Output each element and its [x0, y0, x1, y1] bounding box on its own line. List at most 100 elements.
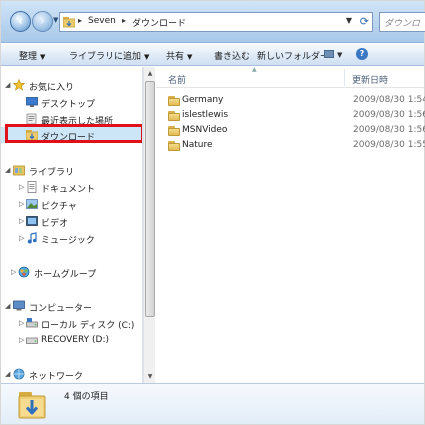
nav-item-label: ビデオ [41, 219, 69, 229]
breadcrumb-separator-icon[interactable]: ▸ [78, 16, 82, 25]
nav-item-documents[interactable]: ▷ ドキュメント [1, 179, 142, 195]
network-icon [13, 368, 25, 380]
address-dropdown-icon[interactable]: ▼ [346, 16, 352, 25]
nav-item-label: ダウンロード [41, 133, 96, 143]
back-button[interactable]: ‹ [10, 11, 31, 32]
collapsed-triangle-icon[interactable]: ▷ [19, 217, 24, 225]
column-header-row: ▲ 名前 更新日時 [156, 66, 424, 88]
refresh-icon[interactable]: ⟳ [360, 15, 369, 28]
collapsed-triangle-icon[interactable]: ▷ [19, 234, 24, 242]
nav-item-label: ピクチャ [41, 202, 77, 212]
breadcrumb-separator-icon[interactable]: ▸ [122, 16, 126, 25]
chevron-down-icon: ▼ [337, 51, 343, 59]
breadcrumb-seven[interactable]: Seven [88, 16, 116, 26]
nav-homegroup[interactable]: ▷ ホームグループ [1, 264, 142, 280]
download-folder-large-icon [18, 392, 46, 419]
expanded-triangle-icon[interactable]: ◢ [5, 81, 10, 89]
collapsed-triangle-icon[interactable]: ▷ [19, 183, 24, 191]
nav-item-recovery-drive[interactable]: ▷ RECOVERY (D:) [1, 332, 142, 348]
collapsed-triangle-icon[interactable]: ▷ [11, 268, 16, 276]
change-view-button[interactable]: ▼ [324, 48, 344, 61]
nav-item-downloads[interactable]: ダウンロード [1, 127, 142, 143]
expanded-triangle-icon[interactable]: ◢ [5, 166, 10, 174]
pictures-icon [26, 199, 38, 209]
nav-item-label: ローカル ディスク (C:) [41, 321, 135, 331]
share-button[interactable]: 共有 ▼ [166, 49, 192, 62]
nav-item-label: デスクトップ [41, 100, 96, 110]
item-count: 4 個の項目 [64, 392, 109, 402]
breadcrumb-downloads[interactable]: ダウンロード [132, 16, 186, 29]
command-bar: 整理 ▼ ライブラリに追加 ▼ 共有 ▼ 書き込む 新しいフォルダー ▼ ? [1, 44, 424, 66]
column-header-modified[interactable]: 更新日時 [352, 73, 388, 86]
burn-label: 書き込む [214, 52, 251, 62]
column-header-name[interactable]: 名前 [168, 73, 186, 86]
chevron-down-icon: ▼ [40, 53, 46, 61]
new-folder-button[interactable]: 新しいフォルダー [257, 49, 329, 62]
file-row[interactable]: MSNVideo 2009/08/30 1:56 [156, 123, 425, 138]
history-dropdown-icon[interactable]: ▼ [53, 16, 58, 24]
new-folder-label: 新しいフォルダー [257, 52, 330, 62]
file-modified: 2009/08/30 1:56 [353, 125, 425, 135]
file-name: Nature [182, 140, 213, 150]
desktop-icon [26, 97, 38, 107]
folder-icon [168, 140, 180, 152]
recovery-drive-icon [26, 337, 38, 344]
collapsed-triangle-icon[interactable]: ▷ [19, 319, 24, 327]
nav-pane-scrollbar[interactable]: ▲ ▼ [143, 67, 155, 383]
add-to-library-label: ライブラリに追加 [69, 52, 142, 62]
file-modified: 2009/08/30 1:54 [353, 95, 425, 105]
nav-network[interactable]: ◢ ネットワーク [1, 366, 142, 382]
expanded-triangle-icon[interactable]: ◢ [5, 302, 10, 310]
scrollbar-thumb[interactable] [145, 81, 155, 317]
burn-button[interactable]: 書き込む [214, 49, 250, 62]
nav-libraries-label: ライブラリ [29, 168, 75, 178]
chevron-down-icon: ▼ [187, 53, 193, 61]
nav-item-music[interactable]: ▷ ミュージック [1, 230, 142, 246]
help-icon[interactable]: ? [356, 48, 368, 60]
file-list-pane: ▲ 名前 更新日時 Germany 2009/08/30 1:54 islest… [156, 66, 425, 383]
folder-icon [168, 95, 180, 107]
nav-item-desktop[interactable]: デスクトップ [1, 94, 142, 110]
expanded-triangle-icon[interactable]: ◢ [5, 370, 10, 378]
file-modified: 2009/08/30 1:56 [353, 110, 425, 120]
download-folder-icon [26, 130, 38, 141]
nav-item-local-disk[interactable]: ▷ ローカル ディスク (C:) [1, 315, 142, 331]
library-icon [13, 165, 25, 176]
nav-libraries[interactable]: ◢ ライブラリ [1, 162, 142, 178]
nav-item-recent-places[interactable]: 最近表示した場所 [1, 111, 142, 127]
add-to-library-button[interactable]: ライブラリに追加 ▼ [69, 49, 149, 62]
nav-favorites[interactable]: ◢ お気に入り [1, 77, 142, 93]
collapsed-triangle-icon[interactable]: ▷ [19, 200, 24, 208]
file-row[interactable]: Nature 2009/08/30 1:55 [156, 138, 425, 153]
collapsed-triangle-icon[interactable]: ▷ [19, 336, 24, 344]
address-toolbar: ‹ › ▼ ▸ Seven ▸ ダウンロード ▼ ⟳ ダウンロ [1, 1, 425, 43]
star-icon [13, 79, 25, 91]
videos-icon [26, 216, 38, 226]
file-row[interactable]: Germany 2009/08/30 1:54 [156, 93, 425, 108]
nav-favorites-label: お気に入り [29, 83, 75, 93]
chevron-down-icon: ▼ [144, 53, 150, 61]
nav-item-label: ドキュメント [41, 185, 96, 195]
search-input[interactable]: ダウンロ [379, 12, 425, 32]
scroll-down-icon[interactable]: ▼ [145, 371, 155, 382]
organize-menu-button[interactable]: 整理 ▼ [19, 49, 45, 62]
file-modified: 2009/08/30 1:55 [353, 140, 425, 150]
recent-places-icon [26, 113, 37, 125]
music-icon [27, 232, 37, 244]
nav-homegroup-label: ホームグループ [34, 270, 97, 280]
address-bar[interactable]: ▸ Seven ▸ ダウンロード ▼ ⟳ [59, 12, 373, 32]
nav-computer[interactable]: ◢ コンピューター [1, 298, 142, 314]
column-divider[interactable] [344, 69, 345, 86]
forward-button[interactable]: › [32, 11, 53, 32]
address-folder-icon [63, 17, 75, 28]
documents-icon [27, 181, 37, 193]
share-label: 共有 [166, 52, 185, 62]
scroll-up-icon[interactable]: ▲ [145, 68, 155, 79]
nav-item-videos[interactable]: ▷ ビデオ [1, 213, 142, 229]
file-row[interactable]: islestlewis 2009/08/30 1:56 [156, 108, 425, 123]
view-icon [324, 50, 334, 58]
sort-arrow-icon: ▲ [252, 66, 257, 73]
nav-network-label: ネットワーク [29, 372, 84, 382]
nav-item-label: RECOVERY (D:) [41, 335, 110, 345]
nav-item-pictures[interactable]: ▷ ピクチャ [1, 196, 142, 212]
